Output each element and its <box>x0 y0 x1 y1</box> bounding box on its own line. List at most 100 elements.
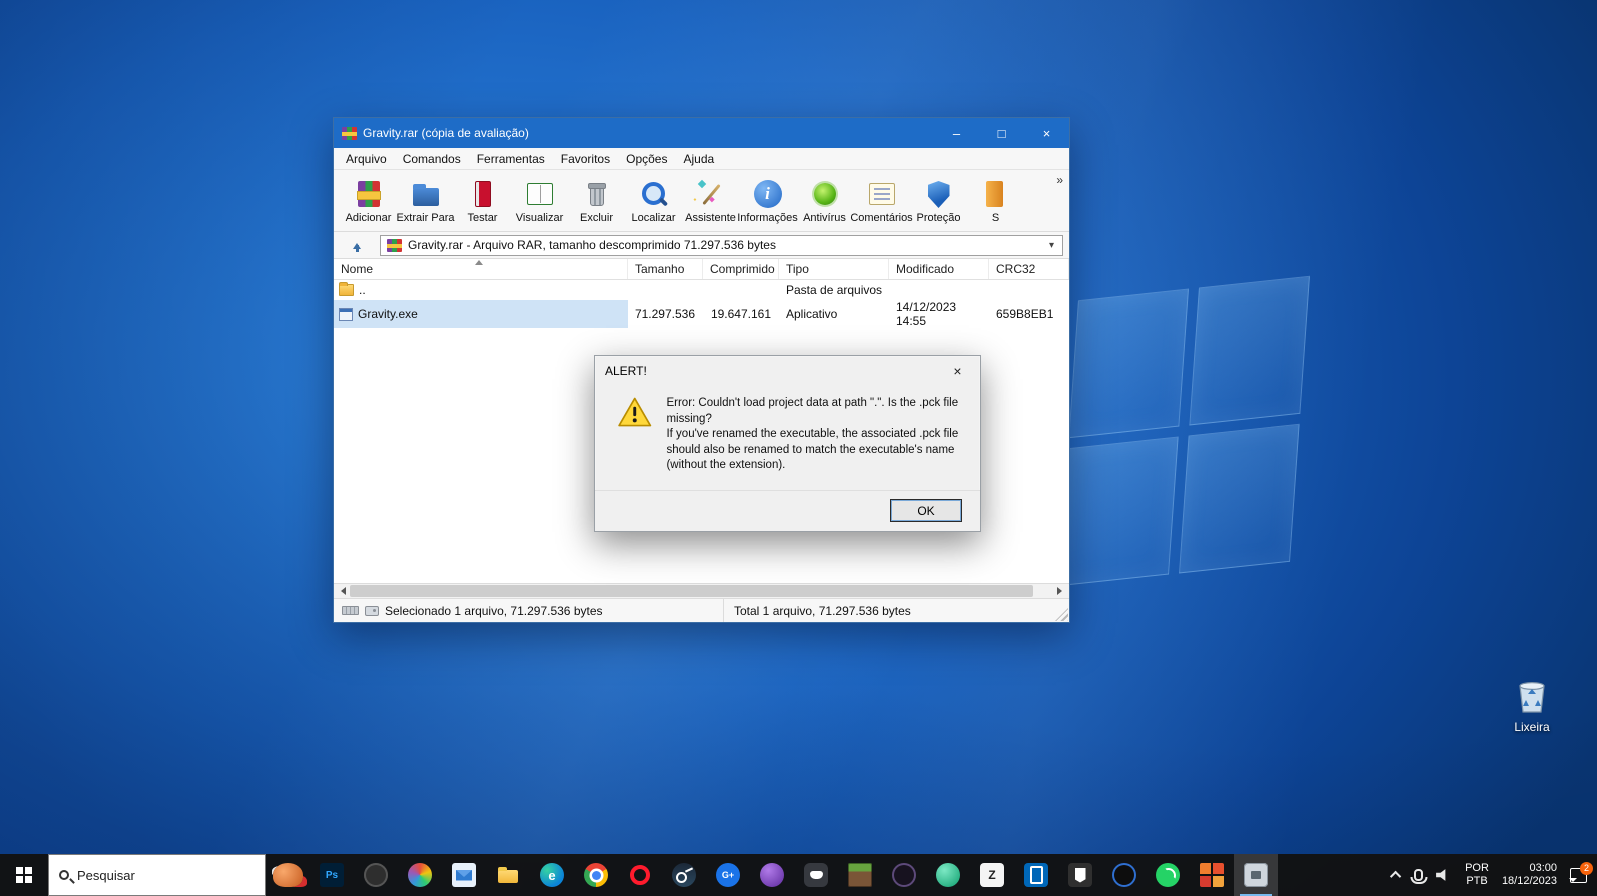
taskbar-slot[interactable] <box>1058 854 1102 896</box>
file-explorer-icon <box>496 863 520 887</box>
language-line1: POR <box>1465 862 1489 875</box>
scroll-right-button[interactable] <box>1054 584 1069 598</box>
wizard-button[interactable]: Assistente <box>682 174 739 230</box>
taskbar-slot[interactable] <box>574 854 618 896</box>
logo-pane <box>1058 436 1179 587</box>
column-comprimido[interactable]: Comprimido <box>703 259 779 279</box>
menu-arquivo[interactable]: Arquivo <box>338 150 395 168</box>
taskbar-slot[interactable]: e <box>530 854 574 896</box>
menu-favoritos[interactable]: Favoritos <box>553 150 618 168</box>
search-input[interactable] <box>77 867 255 883</box>
scroll-left-button[interactable] <box>334 584 349 598</box>
table-row-gravity-exe[interactable]: Gravity.exe 71.297.536 19.647.161 Aplica… <box>334 300 1069 328</box>
action-center-icon[interactable]: 2 <box>1569 861 1593 883</box>
dialog-close-button[interactable]: × <box>935 357 980 386</box>
photoshop-icon: Ps <box>320 863 344 887</box>
horizontal-scrollbar[interactable] <box>334 583 1069 598</box>
protect-button[interactable]: Proteção <box>910 174 967 230</box>
taskbar-slot[interactable] <box>618 854 662 896</box>
keyboard-icon[interactable] <box>342 606 359 615</box>
start-button[interactable] <box>0 854 48 896</box>
view-button[interactable]: Visualizar <box>511 174 568 230</box>
language-line2: PTB <box>1466 875 1488 887</box>
drive-icon[interactable] <box>365 605 379 616</box>
file-modified: 14/12/2023 14:55 <box>896 300 957 328</box>
taskbar-slot[interactable]: G+ <box>706 854 750 896</box>
comments-button[interactable]: Comentários <box>850 174 913 230</box>
edge-icon: e <box>540 863 564 887</box>
menu-ferramentas[interactable]: Ferramentas <box>469 150 553 168</box>
toolbar-label: Localizar <box>631 212 676 224</box>
taskbar-slot[interactable] <box>266 854 310 896</box>
extract-folder-icon <box>410 179 442 209</box>
pinned-apps: Ps e G+ Z <box>266 854 1278 896</box>
taskbar-slot-active-window[interactable] <box>1234 854 1278 896</box>
menu-opcoes[interactable]: Opções <box>618 150 675 168</box>
application-file-icon <box>339 307 353 321</box>
close-button[interactable]: × <box>1024 118 1069 148</box>
dialog-footer: OK <box>595 490 980 531</box>
chrome-icon <box>584 863 608 887</box>
up-directory-button[interactable] <box>340 235 374 256</box>
taskbar-slot[interactable] <box>794 854 838 896</box>
toolbar-overflow-chevron[interactable]: » <box>1052 172 1067 188</box>
taskbar-slot[interactable] <box>838 854 882 896</box>
column-tamanho[interactable]: Tamanho <box>628 259 703 279</box>
clock[interactable]: 03:00 18/12/2023 <box>1502 862 1557 887</box>
dialog-title: ALERT! <box>605 364 647 378</box>
taskbar-slot[interactable] <box>882 854 926 896</box>
toolbar-label: Proteção <box>916 212 961 224</box>
taskbar-slot[interactable] <box>486 854 530 896</box>
antivirus-button[interactable]: Antivírus <box>796 174 853 230</box>
test-button[interactable]: Testar <box>454 174 511 230</box>
minimize-button[interactable]: – <box>934 118 979 148</box>
taskbar-slot[interactable] <box>1146 854 1190 896</box>
system-tray: POR PTB 03:00 18/12/2023 2 <box>1390 854 1597 896</box>
taskbar-slot[interactable] <box>442 854 486 896</box>
taskbar-slot[interactable]: Z <box>970 854 1014 896</box>
dialog-title-bar[interactable]: ALERT! × <box>595 356 980 386</box>
taskbar-slot[interactable]: Ps <box>310 854 354 896</box>
delete-button[interactable]: Excluir <box>568 174 625 230</box>
taskbar-slot[interactable] <box>926 854 970 896</box>
taskbar-slot[interactable] <box>662 854 706 896</box>
clock-time: 03:00 <box>1529 862 1557 875</box>
language-indicator[interactable]: POR PTB <box>1465 862 1489 887</box>
winrar-file-icon <box>387 238 402 252</box>
add-button[interactable]: Adicionar <box>340 174 397 230</box>
maximize-button[interactable]: □ <box>979 118 1024 148</box>
find-button[interactable]: Localizar <box>625 174 682 230</box>
view-book-icon <box>524 179 556 209</box>
column-modificado[interactable]: Modificado <box>889 259 989 279</box>
column-crc32[interactable]: CRC32 <box>989 259 1069 279</box>
taskbar-search[interactable] <box>48 854 266 896</box>
sfx-button-partial[interactable]: S <box>967 174 1024 230</box>
wizard-wand-icon <box>695 179 727 209</box>
table-row-parent-dir[interactable]: .. Pasta de arquivos <box>334 280 1069 300</box>
taskbar-slot[interactable] <box>1190 854 1234 896</box>
extract-to-button[interactable]: Extrair Para <box>396 174 455 230</box>
microphone-icon[interactable] <box>1414 869 1424 881</box>
taskbar-slot[interactable] <box>398 854 442 896</box>
column-tipo[interactable]: Tipo <box>779 259 889 279</box>
recycle-bin-desktop-icon[interactable]: Lixeira <box>1500 676 1564 734</box>
title-bar[interactable]: Gravity.rar (cópia de avaliação) – □ × <box>334 118 1069 148</box>
art-app-icon <box>408 863 432 887</box>
menu-comandos[interactable]: Comandos <box>395 150 469 168</box>
taskbar-slot[interactable] <box>750 854 794 896</box>
ok-button[interactable]: OK <box>890 499 962 522</box>
taskbar-slot[interactable] <box>1014 854 1058 896</box>
taskbar-slot[interactable] <box>354 854 398 896</box>
menu-ajuda[interactable]: Ajuda <box>675 150 722 168</box>
info-button[interactable]: Informações <box>737 174 798 230</box>
find-magnifier-icon <box>638 179 670 209</box>
taskbar-slot[interactable] <box>1102 854 1146 896</box>
clock-date: 18/12/2023 <box>1501 875 1557 887</box>
volume-icon[interactable] <box>1436 869 1446 881</box>
up-arrow-icon <box>352 239 362 252</box>
scrollbar-thumb[interactable] <box>350 585 1033 597</box>
show-hidden-icons-chevron[interactable] <box>1390 870 1402 883</box>
white-z-icon: Z <box>980 863 1004 887</box>
archive-path-combo[interactable]: Gravity.rar - Arquivo RAR, tamanho desco… <box>380 234 1063 256</box>
address-dropdown-button[interactable]: ▾ <box>1043 236 1060 255</box>
